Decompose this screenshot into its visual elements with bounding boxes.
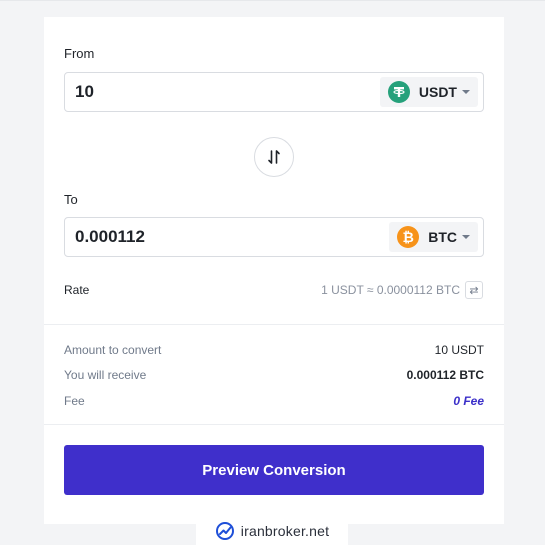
chevron-down-icon — [462, 90, 470, 94]
preview-conversion-button[interactable]: Preview Conversion — [64, 445, 484, 495]
bitcoin-icon: ₿ — [397, 226, 420, 248]
from-label: From — [64, 46, 95, 61]
summary-fee-row: Fee 0 Fee — [64, 391, 484, 411]
convert-card: From 10 USDT To 0.000112 ₿ BTC Rate 1 US… — [44, 17, 504, 524]
rate-label: Rate — [64, 283, 90, 297]
summary-receive-row: You will receive 0.000112 BTC — [64, 365, 484, 385]
fee-value: 0 Fee — [453, 394, 484, 408]
chevron-down-icon — [462, 235, 470, 239]
rate-row: Rate 1 USDT ≈ 0.0000112 BTC ⇄ — [64, 279, 484, 301]
divider — [44, 424, 504, 425]
you-will-receive-label: You will receive — [64, 368, 147, 382]
from-coin-select[interactable]: USDT — [379, 77, 478, 107]
amount-to-convert-value: 10 USDT — [434, 343, 484, 357]
tether-icon — [387, 81, 410, 103]
to-coin-select[interactable]: ₿ BTC — [389, 222, 478, 252]
from-amount-field[interactable]: 10 USDT — [64, 72, 484, 112]
to-amount-field[interactable]: 0.000112 ₿ BTC — [64, 217, 484, 257]
summary-amount-row: Amount to convert 10 USDT — [64, 340, 484, 360]
rate-value: 1 USDT ≈ 0.0000112 BTC — [321, 283, 460, 297]
divider — [44, 324, 504, 325]
watermark-text: iranbroker.net — [240, 522, 330, 539]
to-label: To — [64, 192, 78, 207]
watermark: iranbroker.net — [196, 516, 348, 545]
swap-horizontal-icon[interactable]: ⇄ — [465, 281, 483, 299]
fee-label: Fee — [64, 394, 85, 408]
from-coin-code: USDT — [418, 84, 457, 100]
amount-to-convert-label: Amount to convert — [64, 343, 162, 357]
top-border — [0, 0, 545, 1]
chart-logo-icon — [215, 521, 234, 540]
swap-vertical-icon — [268, 150, 280, 164]
to-amount-value[interactable]: 0.000112 — [75, 218, 145, 256]
to-coin-code: BTC — [428, 229, 457, 245]
swap-button[interactable] — [254, 137, 294, 177]
you-will-receive-value: 0.000112 BTC — [406, 368, 484, 382]
from-amount-value[interactable]: 10 — [75, 73, 94, 111]
